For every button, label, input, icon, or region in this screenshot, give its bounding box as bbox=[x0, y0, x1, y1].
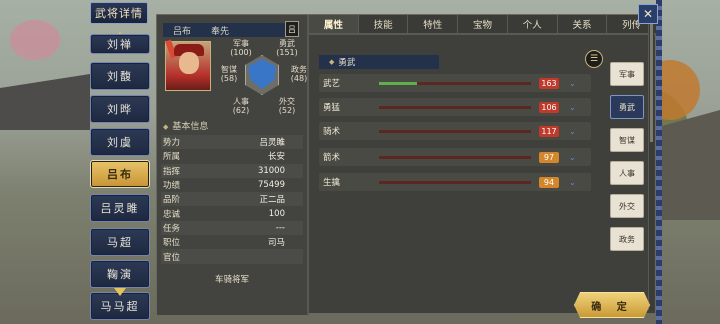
rank-title: 车骑将军 bbox=[214, 275, 249, 285]
skill-bar bbox=[379, 180, 531, 184]
info-row: 品阶 正二品 bbox=[161, 192, 303, 207]
stat-military: 军事 (100) bbox=[230, 39, 252, 57]
skill-row: 勇猛 106 ⌄ bbox=[319, 98, 591, 116]
tab-treasures[interactable]: 宝物 bbox=[458, 15, 508, 33]
skill-value: 163 bbox=[539, 77, 559, 89]
scrollbar[interactable] bbox=[648, 20, 654, 310]
category-politics-button[interactable]: 政务 bbox=[610, 227, 644, 251]
chevron-down-icon[interactable]: ⌄ bbox=[569, 153, 576, 162]
stat-valor: 勇武 (151) bbox=[276, 39, 298, 57]
character-list[interactable]: 刘禅 刘馥 刘晔 刘虞 吕布 吕灵雎 马超 鞠演 马马超 bbox=[84, 30, 156, 324]
skill-value: 106 bbox=[539, 101, 559, 113]
character-portrait bbox=[165, 39, 211, 91]
skill-value: 94 bbox=[539, 176, 559, 188]
stat-diplomacy: 外交 (52) bbox=[278, 97, 296, 115]
info-row: 指挥 31000 bbox=[161, 163, 303, 178]
character-item[interactable]: 刘晔 bbox=[90, 95, 150, 123]
character-item-selected[interactable]: 吕布 bbox=[90, 160, 150, 188]
tab-attributes[interactable]: 属性 bbox=[309, 15, 359, 33]
menu-icon[interactable]: ☰ bbox=[585, 50, 603, 68]
skill-bar bbox=[379, 129, 531, 133]
character-item[interactable]: 吕灵雎 bbox=[90, 194, 150, 222]
name-bar: 吕布 奉先 bbox=[163, 23, 285, 37]
faction-tag[interactable]: 吕 bbox=[285, 21, 299, 37]
character-item[interactable]: 刘禅 bbox=[90, 34, 150, 54]
tab-relations[interactable]: 关系 bbox=[558, 15, 608, 33]
info-row: 职位 司马 bbox=[163, 238, 285, 249]
info-row: 势力 吕灵雎 bbox=[161, 135, 303, 150]
confirm-button[interactable]: 确 定 bbox=[574, 292, 650, 318]
chevron-down-icon[interactable]: ⌄ bbox=[569, 103, 576, 112]
info-row: 忠诚 100 bbox=[163, 208, 285, 220]
chevron-down-icon[interactable]: ⌄ bbox=[569, 79, 576, 88]
chevron-down-icon[interactable]: ⌄ bbox=[569, 178, 576, 187]
skill-row: 生擒 94 ⌄ bbox=[319, 173, 591, 191]
category-valor-button[interactable]: 勇武 bbox=[610, 95, 644, 119]
stat-personnel: 人事 (62) bbox=[232, 97, 250, 115]
basic-info-table: 势力 吕灵雎 所属 长安 指挥 31000 功绩 75499 品阶 正二品 忠诚 100 任… bbox=[161, 135, 303, 264]
stat-politics: 政务 (48) bbox=[290, 65, 308, 83]
skill-bar bbox=[379, 81, 531, 85]
category-personnel-button[interactable]: 人事 bbox=[610, 161, 644, 185]
character-courtesy: 奉先 bbox=[211, 26, 230, 37]
info-row: 所属 长安 bbox=[163, 152, 285, 163]
decorative-edge bbox=[656, 0, 662, 324]
close-icon[interactable]: ✕ bbox=[638, 4, 658, 24]
character-item[interactable]: 刘虞 bbox=[90, 128, 150, 156]
category-strategy-button[interactable]: 智谋 bbox=[610, 128, 644, 152]
character-item[interactable]: 鞠演 bbox=[90, 260, 150, 288]
skill-row: 武艺 163 ⌄ bbox=[319, 74, 591, 92]
basic-info-title: 基本信息 bbox=[163, 119, 208, 132]
stats-hexagon: 军事 (100) 勇武 (151) 智谋 (58) 政务 (48) 人事 (62) 外交(… bbox=[217, 39, 309, 125]
category-buttons: 军事 勇武 智谋 人事 外交 政务 bbox=[610, 62, 644, 260]
tab-skills[interactable]: 技能 bbox=[359, 15, 409, 33]
blossom-tree bbox=[10, 20, 60, 60]
category-diplomacy-button[interactable]: 外交 bbox=[610, 194, 644, 218]
skill-row: 箭术 97 ⌄ bbox=[319, 148, 591, 166]
skill-bar bbox=[379, 105, 531, 109]
info-row: 官位 bbox=[161, 249, 303, 264]
info-row: 功绩 75499 bbox=[163, 180, 285, 192]
section-title: 勇武 bbox=[319, 55, 439, 69]
skill-value: 97 bbox=[539, 151, 559, 163]
building-roof bbox=[0, 74, 90, 130]
stat-strategy: 智谋 (58) bbox=[220, 65, 238, 83]
chevron-down-icon[interactable]: ⌄ bbox=[569, 127, 576, 136]
detail-panel: 吕布 奉先 吕 军事 (100) 勇武 (151) 智谋 (58) 政务 (48) 人事… bbox=[156, 14, 658, 315]
info-row: 任务 --- bbox=[161, 220, 303, 236]
character-item[interactable]: 马超 bbox=[90, 228, 150, 256]
tab-personal[interactable]: 个人 bbox=[508, 15, 558, 33]
category-military-button[interactable]: 军事 bbox=[610, 62, 644, 86]
skill-row: 骑术 117 ⌄ bbox=[319, 122, 591, 140]
character-item[interactable]: 刘馥 bbox=[90, 62, 150, 90]
info-column: 吕布 奉先 吕 军事 (100) 勇武 (151) 智谋 (58) 政务 (48) 人事… bbox=[157, 15, 309, 315]
character-name: 吕布 bbox=[173, 26, 192, 37]
window-title: 武将详情 bbox=[90, 2, 148, 24]
character-item[interactable]: 马马超 bbox=[90, 292, 150, 320]
skill-value: 117 bbox=[539, 125, 559, 137]
tab-bar: 属性 技能 特性 宝物 个人 关系 列传 bbox=[309, 15, 658, 35]
skill-bar bbox=[379, 155, 531, 159]
tab-traits[interactable]: 特性 bbox=[408, 15, 459, 33]
